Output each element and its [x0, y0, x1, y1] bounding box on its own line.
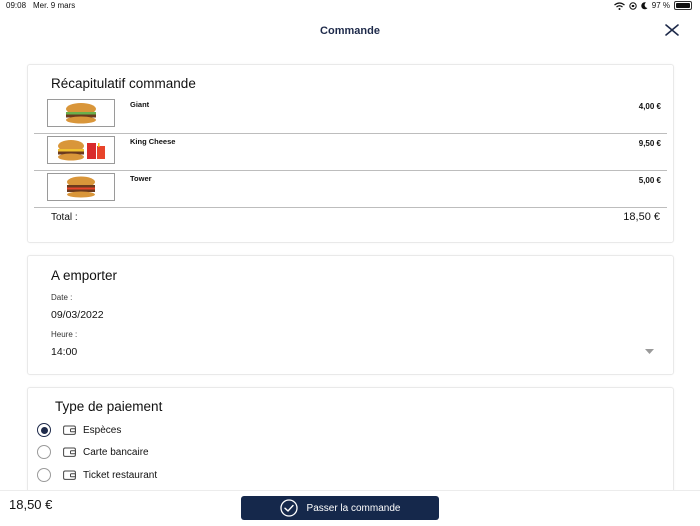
battery-percent: 97 % [651, 1, 670, 10]
item-price: 5,00 € [638, 176, 661, 185]
check-circle-icon [279, 499, 298, 517]
page-title: Commande [320, 25, 380, 37]
item-name: King Cheese [130, 137, 176, 146]
date-field[interactable]: 09/03/2022 [51, 309, 104, 321]
order-summary-card: Récapitulatif commande Giant 4,00 € King… [27, 64, 674, 243]
order-item: Tower 5,00 € [34, 170, 667, 208]
status-time: 09:08 [6, 1, 27, 10]
payment-option-label: Carte bancaire [83, 446, 149, 458]
radio-button[interactable] [37, 445, 51, 459]
radio-button[interactable] [37, 423, 51, 437]
order-item: Giant 4,00 € [34, 96, 667, 134]
payment-title: Type de paiement [55, 399, 163, 414]
chevron-down-icon[interactable] [645, 349, 654, 354]
pickup-title: A emporter [51, 268, 118, 283]
moon-icon [641, 1, 648, 9]
order-summary-title: Récapitulatif commande [51, 76, 196, 91]
bottom-bar: 18,50 € Passer la commande [0, 490, 700, 526]
wallet-icon [63, 447, 76, 457]
burger-image [47, 99, 115, 127]
status-date: Mer. 9 mars [33, 1, 76, 10]
payment-option-label: Ticket restaurant [83, 469, 158, 481]
wallet-icon [63, 425, 76, 435]
payment-option-carte[interactable]: Carte bancaire [37, 443, 149, 461]
status-bar: 09:08 Mer. 9 mars 97 % [0, 0, 700, 14]
burger-menu-image [47, 136, 115, 164]
order-item: King Cheese 9,50 € [34, 133, 667, 171]
orientation-lock-icon [629, 1, 637, 10]
burger-image [47, 173, 115, 201]
item-price: 9,50 € [638, 139, 661, 148]
payment-card: Type de paiement Espèces Carte bancaire … [27, 387, 674, 497]
item-price: 4,00 € [638, 102, 661, 111]
place-order-button[interactable]: Passer la commande [241, 496, 439, 520]
close-icon[interactable] [664, 22, 680, 38]
payment-option-ticket[interactable]: Ticket restaurant [37, 466, 157, 484]
total-label: Total : [51, 212, 78, 223]
pickup-card: A emporter Date : 09/03/2022 Heure : 14:… [27, 255, 674, 375]
status-indicators: 97 % [613, 1, 692, 10]
payment-option-label: Espèces [83, 424, 122, 436]
time-select[interactable]: 14:00 [51, 346, 77, 358]
radio-button[interactable] [37, 468, 51, 482]
item-name: Tower [130, 174, 152, 183]
item-name: Giant [130, 100, 150, 109]
bottom-total: 18,50 € [9, 497, 53, 512]
time-label: Heure : [51, 330, 78, 339]
wallet-icon [63, 470, 76, 480]
wifi-icon [613, 1, 625, 10]
payment-option-especes[interactable]: Espèces [37, 421, 121, 439]
place-order-label: Passer la commande [306, 502, 401, 514]
battery-icon [674, 1, 692, 10]
date-label: Date : [51, 293, 73, 302]
total-value: 18,50 € [623, 211, 660, 223]
